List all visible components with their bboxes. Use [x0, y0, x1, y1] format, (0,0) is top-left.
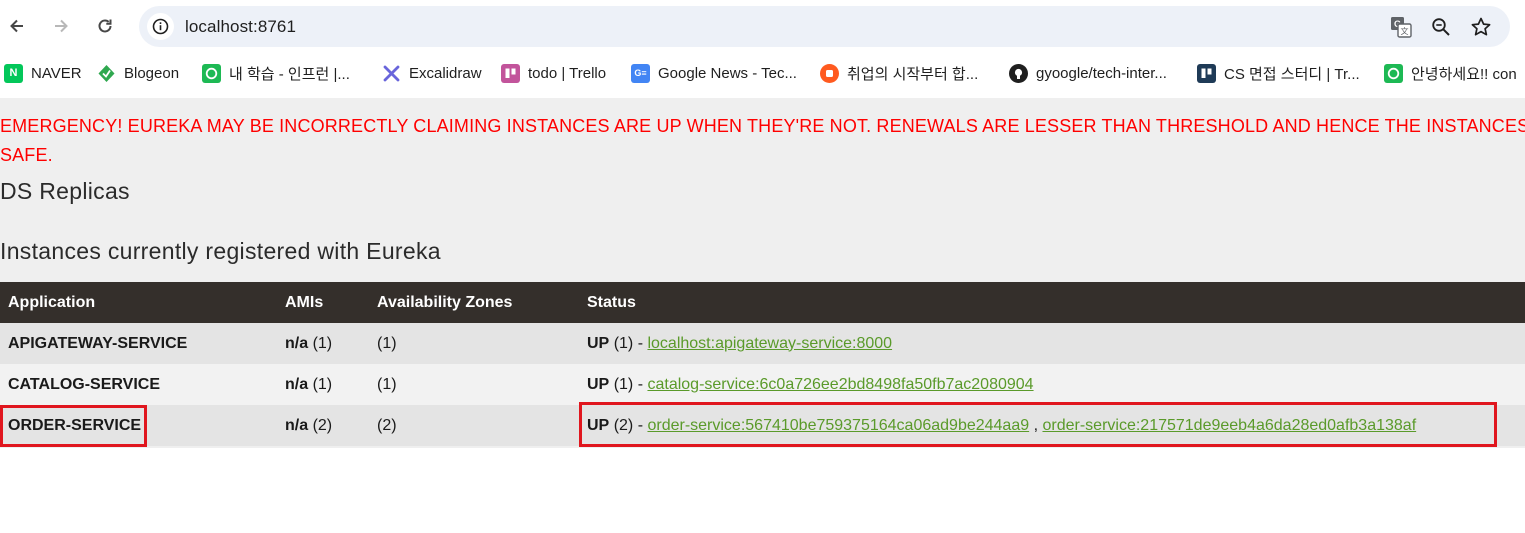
forward-arrow-icon — [55, 19, 68, 33]
header-application: Application — [8, 293, 96, 311]
status-cell: UP (1) - localhost:apigateway-service:80… — [579, 323, 1525, 364]
status-value: UP — [587, 375, 610, 393]
bookmark-inflearn-2[interactable]: 안녕하세요!! con — [1384, 63, 1517, 83]
bookmark-label: NAVER — [31, 64, 82, 82]
header-amis: AMIs — [285, 293, 324, 311]
ami-count: (2) — [312, 416, 333, 434]
application-name: APIGATEWAY-SERVICE — [8, 334, 188, 352]
amis-cell: n/a (1) — [277, 364, 369, 405]
ds-replicas-heading: DS Replicas — [0, 178, 130, 204]
highlight-box-application — [0, 405, 147, 447]
bookmark-label: 내 학습 - 인프런 |... — [229, 65, 350, 83]
svg-text:文: 文 — [1401, 26, 1409, 36]
inflearn-icon — [1384, 63, 1403, 83]
inflearn-icon — [202, 63, 221, 83]
bookmark-label: todo | Trello — [528, 64, 607, 82]
eureka-page: EMERGENCY! EUREKA MAY BE INCORRECTLY CLA… — [0, 98, 1525, 533]
blogeon-icon — [97, 64, 116, 83]
trello-icon — [501, 63, 520, 83]
bookmarks-bar: N NAVER Blogeon 내 학습 - 인프런 |... Excalidr… — [0, 56, 1525, 90]
bookmark-label: Blogeon — [124, 64, 180, 82]
translate-icon[interactable]: G文 — [1389, 15, 1413, 39]
status-cell: UP (1) - catalog-service:6c0a726ee2bd849… — [579, 364, 1525, 405]
instance-link[interactable]: localhost:apigateway-service:8000 — [647, 335, 892, 352]
back-button[interactable] — [0, 9, 34, 43]
emergency-line-1: EMERGENCY! EUREKA MAY BE INCORRECTLY CLA… — [0, 116, 1525, 136]
instance-link[interactable]: catalog-service:6c0a726ee2bd8498fa50fb7a… — [647, 376, 1033, 393]
bookmark-excalidraw[interactable]: Excalidraw — [382, 63, 482, 83]
instances-heading: Instances currently registered with Eure… — [0, 238, 441, 264]
reload-button[interactable] — [88, 9, 122, 43]
bookmark-trello-todo[interactable]: todo | Trello — [501, 63, 606, 83]
availability-zones-cell: (2) — [377, 416, 397, 434]
availability-zones-cell: (1) — [377, 375, 397, 393]
zoom-icon[interactable] — [1429, 15, 1453, 39]
bookmark-label: Excalidraw — [409, 64, 482, 82]
status-value: UP — [587, 334, 610, 352]
bookmark-inflearn[interactable]: 내 학습 - 인프런 |... — [202, 63, 350, 83]
table-row: CATALOG-SERVICE n/a (1) (1) UP (1) - cat… — [0, 364, 1525, 405]
emergency-warning: EMERGENCY! EUREKA MAY BE INCORRECTLY CLA… — [0, 112, 1525, 170]
github-icon — [1009, 63, 1028, 83]
highlight-box-status — [579, 402, 1497, 447]
bookmark-label: Google News - Tec... — [658, 64, 797, 82]
naver-icon: N — [4, 63, 23, 83]
trello-board-icon — [1197, 63, 1216, 83]
table-header-row: Application AMIs Availability Zones Stat… — [0, 282, 1525, 323]
back-arrow-icon — [10, 19, 23, 33]
ami-value: n/a — [285, 416, 309, 434]
site-info-icon[interactable] — [147, 13, 174, 40]
ami-count: (1) — [312, 334, 333, 352]
ami-count: (1) — [312, 375, 333, 393]
header-status: Status — [587, 293, 636, 311]
bookmark-label: CS 면접 스터디 | Tr... — [1224, 65, 1360, 83]
forward-button[interactable] — [44, 9, 78, 43]
ami-value: n/a — [285, 334, 309, 352]
table-row: APIGATEWAY-SERVICE n/a (1) (1) UP (1) - … — [0, 323, 1525, 364]
google-news-icon: G≡ — [631, 63, 650, 83]
bookmark-label: 취업의 시작부터 합... — [847, 65, 979, 83]
availability-zones-cell: (1) — [377, 334, 397, 352]
status-count: (1) - — [613, 334, 644, 352]
amis-cell: n/a (1) — [277, 323, 369, 364]
bookmark-github[interactable]: gyoogle/tech-inter... — [1009, 63, 1167, 83]
amis-cell: n/a (2) — [277, 405, 369, 446]
status-count: (1) - — [613, 375, 644, 393]
header-availability-zones: Availability Zones — [377, 293, 513, 311]
reload-icon — [98, 19, 112, 33]
bookmark-label: gyoogle/tech-inter... — [1036, 64, 1167, 82]
browser-toolbar: localhost:8761 G文 — [0, 0, 1525, 52]
url-text[interactable]: localhost:8761 — [185, 17, 296, 37]
ami-value: n/a — [285, 375, 309, 393]
address-bar[interactable]: localhost:8761 G文 — [139, 6, 1510, 47]
bookmark-label: 안녕하세요!! con — [1411, 65, 1517, 83]
application-name: CATALOG-SERVICE — [8, 375, 161, 393]
bookmark-job[interactable]: 취업의 시작부터 합... — [820, 63, 978, 83]
bookmark-naver[interactable]: N NAVER — [4, 63, 82, 83]
bookmark-google-news[interactable]: G≡ Google News - Tec... — [631, 63, 797, 83]
excalidraw-icon — [382, 64, 401, 83]
bookmark-cs-study[interactable]: CS 면접 스터디 | Tr... — [1197, 63, 1360, 83]
bookmark-star-icon[interactable] — [1469, 15, 1493, 39]
emergency-line-2: SAFE. — [0, 145, 53, 165]
job-site-icon — [820, 63, 839, 83]
bookmark-blogeon[interactable]: Blogeon — [97, 63, 179, 83]
